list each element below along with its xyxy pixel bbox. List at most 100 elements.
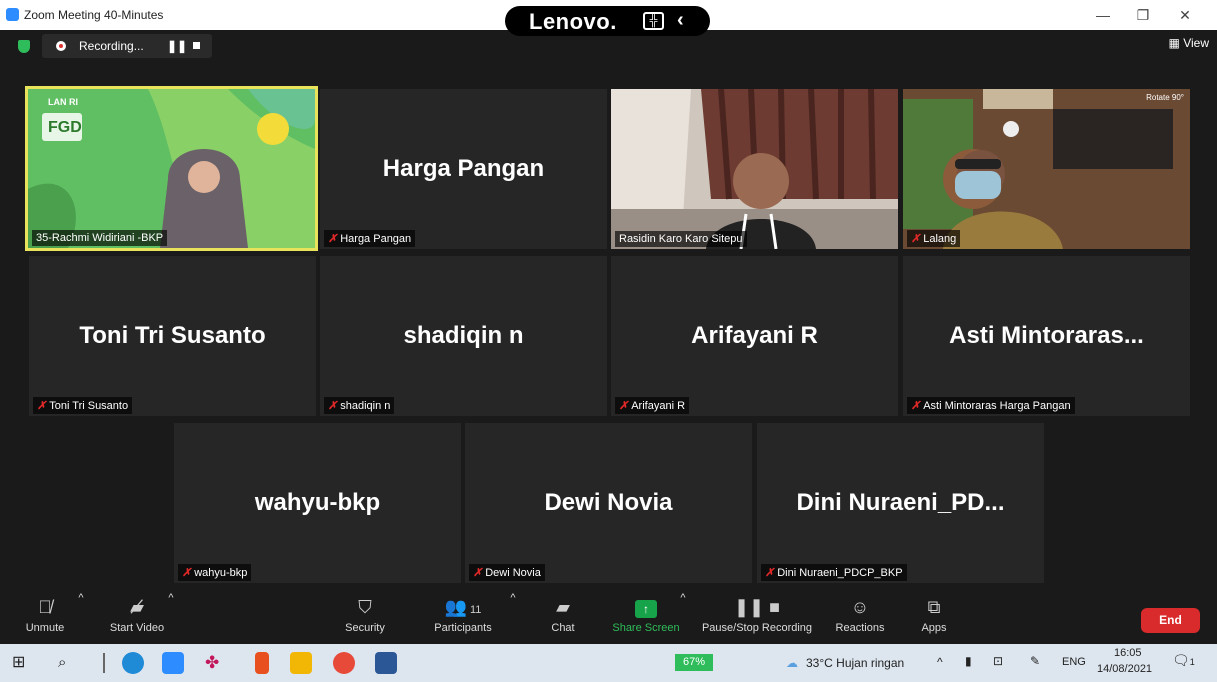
file-explorer-icon[interactable]	[290, 652, 312, 674]
participant-display-name: Harga Pangan	[382, 155, 545, 182]
clock-date[interactable]: 14/08/2021	[1097, 663, 1152, 675]
participant-display-name: Toni Tri Susanto	[79, 322, 266, 349]
participant-name-tag: ✗ Harga Pangan	[324, 230, 416, 247]
network-icon[interactable]: ╬	[643, 12, 664, 30]
video-off-icon: ▰̸	[130, 597, 144, 617]
muted-mic-icon: ✗	[37, 400, 47, 412]
chevron-left-icon[interactable]: ‹	[677, 9, 684, 32]
participant-display-name: Dewi Novia	[544, 489, 673, 516]
participant-display-name: wahyu-bkp	[254, 489, 381, 516]
shield-icon: ⛉	[358, 597, 372, 617]
reactions-button[interactable]: ☺ Reactions	[832, 592, 888, 644]
smiley-icon: ☺	[850, 597, 870, 617]
video-tile[interactable]: shadiqin n ✗ shadiqin n	[320, 256, 607, 416]
windows-start-icon[interactable]: ⊞	[12, 652, 34, 674]
lenovo-overlay: Lenovo. ╬ ‹	[505, 6, 710, 36]
participant-name-tag: ✗ Asti Mintoraras Harga Pangan	[907, 397, 1075, 414]
chrome-icon[interactable]	[333, 652, 355, 674]
stop-recording-icon[interactable]	[193, 42, 200, 49]
apps-icon: ⧉	[927, 597, 941, 617]
participant-name-tag: 35-Rachmi Widiriani -BKP	[32, 230, 168, 246]
slide-badge: FGD	[48, 119, 82, 136]
office-icon[interactable]	[255, 652, 269, 674]
video-options-caret-icon[interactable]: ^	[166, 592, 176, 644]
share-caret-icon[interactable]: ^	[678, 592, 688, 644]
video-tile[interactable]: wahyu-bkp ✗ wahyu-bkp	[174, 423, 461, 583]
window-title: Zoom Meeting 40-Minutes	[24, 8, 164, 22]
chat-button[interactable]: ▰ Chat	[545, 592, 581, 644]
video-tile[interactable]: Arifayani R ✗ Arifayani R	[611, 256, 898, 416]
taskbar-divider	[103, 653, 105, 673]
view-label: View	[1183, 36, 1209, 50]
clock-time[interactable]: 16:05	[1114, 647, 1142, 659]
weather-icon: ☁	[786, 656, 798, 670]
chevron-up-icon[interactable]: ^	[937, 655, 943, 669]
start-video-button[interactable]: ▰̸ Start Video	[104, 592, 170, 644]
restore-icon[interactable]: ❐	[1133, 7, 1153, 24]
word-icon[interactable]	[375, 652, 397, 674]
video-tile[interactable]: Rasidin Karo Karo Sitepu	[611, 89, 898, 249]
network-icon[interactable]: ⊡	[993, 654, 1003, 668]
end-meeting-button[interactable]: End	[1141, 608, 1200, 633]
pause-recording-icon[interactable]: ❚❚	[167, 39, 187, 53]
minimize-icon[interactable]: —	[1093, 7, 1113, 23]
notification-count: 1	[1189, 657, 1195, 667]
pen-icon[interactable]: ✎	[1030, 654, 1040, 668]
share-screen-button[interactable]: ↑ Share Screen	[610, 592, 682, 644]
participant-name-tag: ✗ wahyu-bkp	[178, 564, 252, 581]
lenovo-brand: Lenovo.	[529, 9, 617, 34]
microphone-icon[interactable]: ▮	[965, 654, 972, 668]
notification-icon[interactable]: 🗨1	[1172, 652, 1195, 669]
participant-name-tag: ✗ Dini Nuraeni_PDCP_BKP	[761, 564, 907, 581]
participants-caret-icon[interactable]: ^	[508, 592, 518, 644]
windows-taskbar: ⊞ ⌕ ✤ 67% ☁ 33°C Hujan ringan ^ ▮ ⊡ ✎ EN…	[0, 644, 1217, 682]
muted-mic-icon: ✗	[911, 233, 921, 245]
muted-mic-icon: ✗	[328, 233, 338, 245]
rotate-overlay[interactable]: Rotate 90°	[1146, 93, 1184, 102]
pause-stop-icon: ❚❚ ■	[733, 597, 781, 617]
video-tile[interactable]: Toni Tri Susanto ✗ Toni Tri Susanto	[29, 256, 316, 416]
participants-button[interactable]: 👥 11 Participants	[430, 592, 496, 644]
record-icon	[56, 41, 66, 51]
close-icon[interactable]: ✕	[1175, 7, 1195, 24]
participant-name-tag: ✗ shadiqin n	[324, 397, 395, 414]
video-tile[interactable]: Dini Nuraeni_PD... ✗ Dini Nuraeni_PDCP_BK…	[757, 423, 1044, 583]
speaker-video	[28, 89, 315, 248]
participant-display-name: Asti Mintoraras...	[949, 322, 1144, 349]
participant-display-name: shadiqin n	[403, 322, 524, 349]
video-tile[interactable]: Harga Pangan ✗ Harga Pangan	[320, 89, 607, 249]
weather-text[interactable]: 33°C Hujan ringan	[806, 656, 904, 670]
zoom-app-icon	[6, 8, 19, 21]
video-tile[interactable]: Dewi Novia ✗ Dewi Novia	[465, 423, 752, 583]
video-tile[interactable]: FGD LAN RI 35-Rachmi Widiriani -BKP	[25, 86, 318, 251]
participant-video	[611, 89, 898, 249]
battery-indicator[interactable]: 67%	[675, 654, 713, 671]
edge-browser-icon[interactable]	[122, 652, 144, 674]
video-tile[interactable]: Rotate 90° ✗ Lalang	[903, 89, 1190, 249]
apps-button[interactable]: ⧉ Apps	[916, 592, 952, 644]
muted-mic-icon: ✗	[911, 400, 921, 412]
view-button[interactable]: ▦ View	[1169, 36, 1209, 50]
meeting-stage: Recording... ❚❚ ▦ View FGD LAN RI 35-Rac…	[0, 30, 1217, 592]
participant-name-tag: ✗ Toni Tri Susanto	[33, 397, 133, 414]
audio-options-caret-icon[interactable]: ^	[76, 592, 86, 644]
zoom-taskbar-icon[interactable]	[162, 652, 184, 674]
muted-mic-icon: 🎙̸	[38, 597, 52, 617]
security-button[interactable]: ⛉ Security	[340, 592, 390, 644]
pause-stop-recording-button[interactable]: ❚❚ ■ Pause/Stop Recording	[698, 592, 816, 644]
participants-icon: 👥 11	[444, 597, 482, 617]
language-indicator[interactable]: ENG	[1062, 656, 1086, 668]
participant-name-tag: ✗ Lalang	[907, 230, 961, 247]
unmute-button[interactable]: 🎙̸ Unmute	[20, 592, 70, 644]
participant-name-tag: ✗ Dewi Novia	[469, 564, 545, 581]
meeting-toolbar: 🎙̸ Unmute ^ ▰̸ Start Video ^ ⛉ Security …	[0, 592, 1217, 644]
chat-icon: ▰	[556, 597, 570, 617]
participant-display-name: Dini Nuraeni_PD...	[796, 489, 1005, 516]
muted-mic-icon: ✗	[765, 567, 775, 579]
share-screen-icon: ↑	[610, 592, 682, 622]
video-tile[interactable]: Asti Mintoraras... ✗ Asti Mintoraras Harg…	[903, 256, 1190, 416]
muted-mic-icon: ✗	[182, 567, 192, 579]
participants-count: 11	[470, 604, 482, 616]
snip-tool-icon[interactable]: ✤	[205, 652, 227, 674]
search-icon[interactable]: ⌕	[58, 652, 80, 674]
